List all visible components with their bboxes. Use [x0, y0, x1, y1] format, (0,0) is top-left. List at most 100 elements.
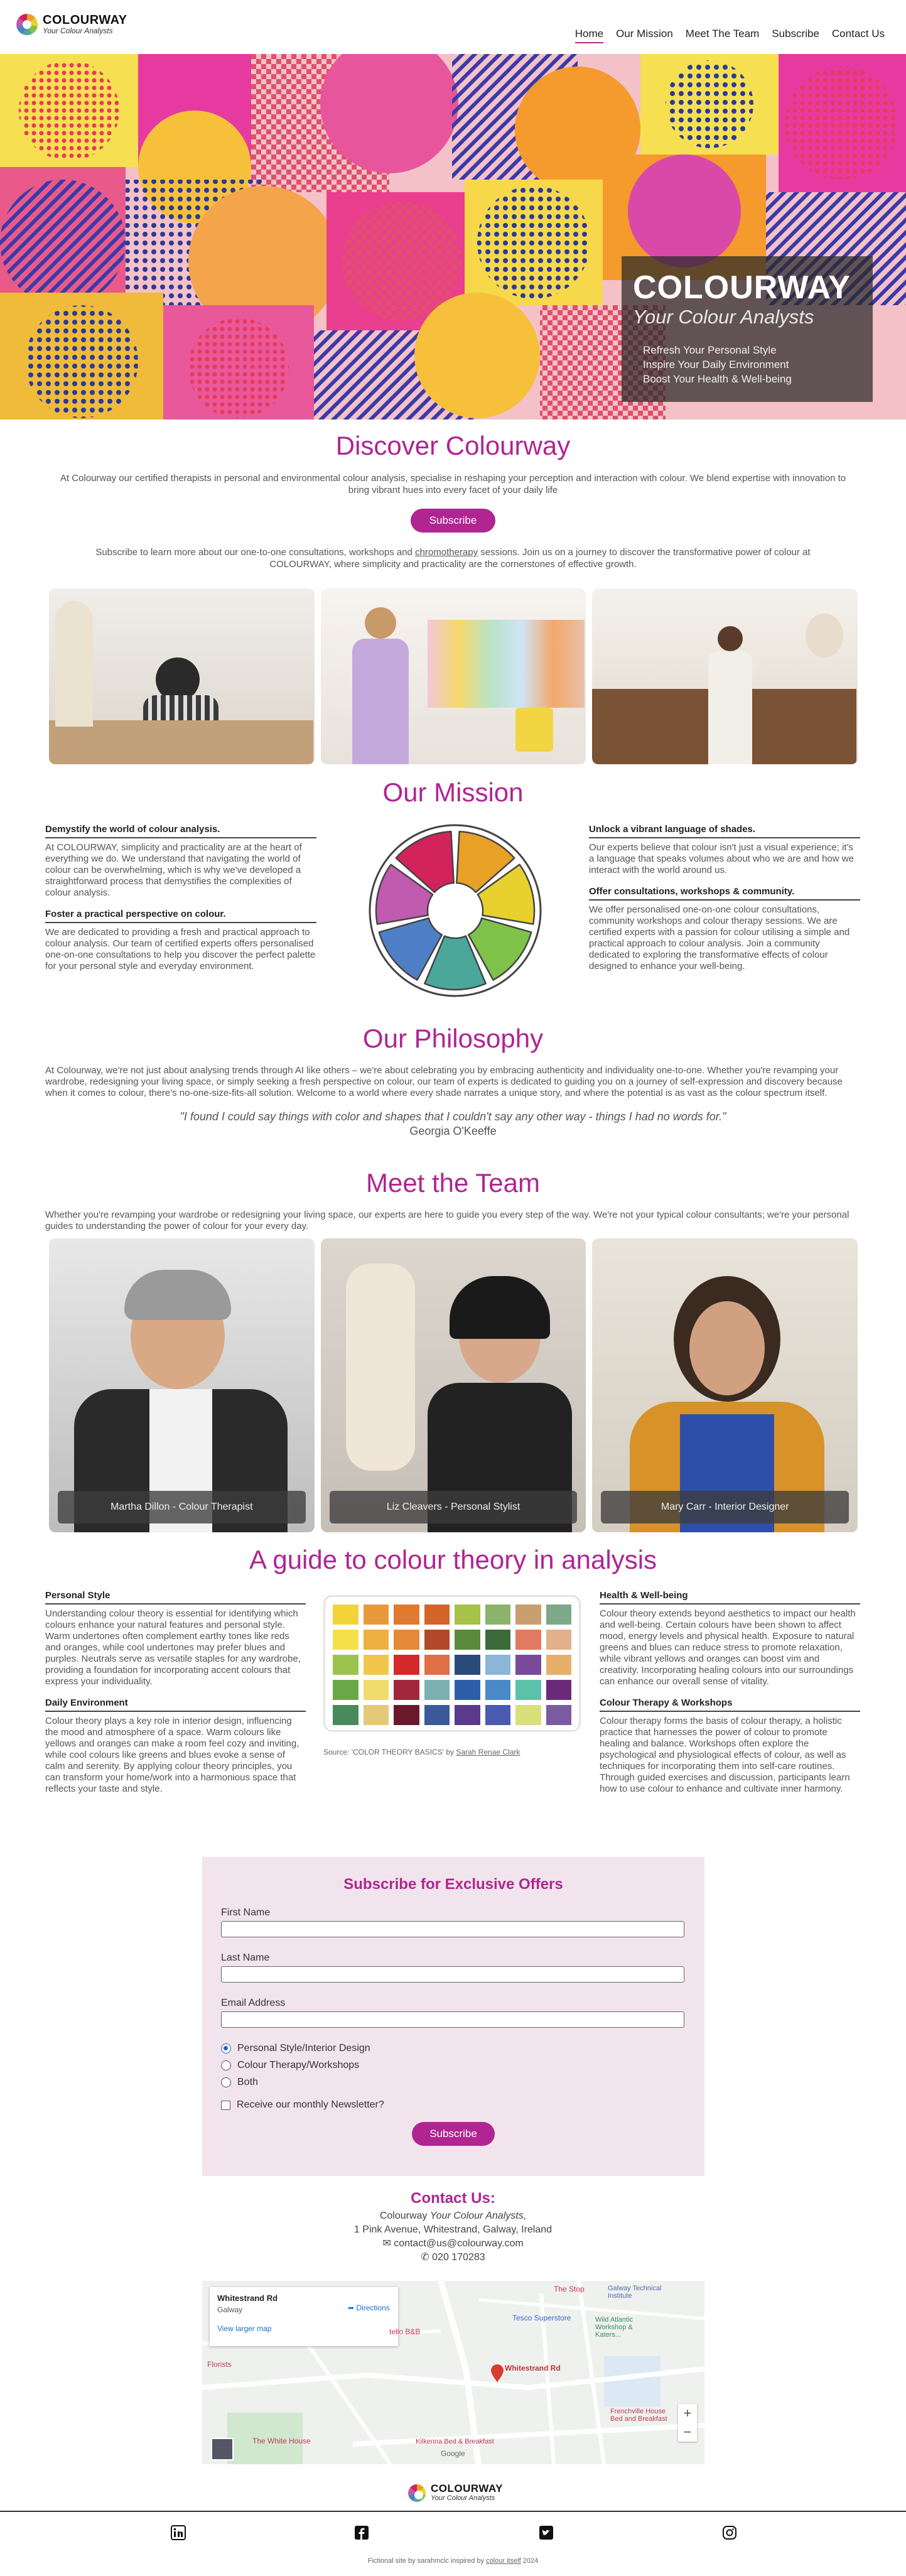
subscribe-form: Subscribe for Exclusive Offers First Nam…	[202, 1857, 704, 2176]
footer-credit-link[interactable]: colour itself	[486, 2557, 521, 2565]
radio-label: Personal Style/Interior Design	[237, 2043, 370, 2054]
swatch-source: Source: 'COLOR THEORY BASICS' by Sarah R…	[323, 1748, 520, 1756]
view-larger-map-link[interactable]: View larger map	[217, 2324, 391, 2333]
colour-swatch	[363, 1630, 389, 1650]
nav-meet-the-team[interactable]: Meet The Team	[686, 28, 760, 43]
twitter-icon[interactable]	[537, 2524, 555, 2541]
map-label: Tesco Superstore	[512, 2314, 571, 2322]
colour-swatch	[455, 1705, 480, 1725]
form-subscribe-button[interactable]: Subscribe	[412, 2122, 495, 2146]
discover-outro: Subscribe to learn more about our one-to…	[69, 546, 837, 570]
colour-swatch	[455, 1655, 480, 1675]
team-intro: Whether you're revamping your wardrobe o…	[45, 1210, 849, 1231]
colour-swatch	[363, 1605, 389, 1625]
mission-heading: Demystify the world of colour analysis.	[45, 824, 316, 838]
interest-option-colour-therapy[interactable]: Colour Therapy/Workshops	[221, 2060, 686, 2071]
swatch-source-link[interactable]: Sarah Renae Clark	[456, 1748, 520, 1756]
colour-swatch	[546, 1655, 571, 1675]
footer-divider	[0, 2511, 906, 2512]
nav-contact-us[interactable]: Contact Us	[832, 28, 885, 43]
philosophy-quote: "I found I could say things with color a…	[180, 1110, 726, 1123]
last-name-input[interactable]	[221, 1966, 684, 1983]
colour-swatch	[333, 1630, 359, 1650]
team-member-name: Martha Dillon - Colour Therapist	[58, 1491, 306, 1523]
discover-subscribe-button[interactable]: Subscribe	[410, 509, 496, 533]
colour-wheel-logo-icon	[408, 2484, 426, 2502]
colour-swatch	[485, 1705, 510, 1725]
colour-swatch	[424, 1605, 450, 1625]
directions-icon: ➦	[348, 2303, 357, 2312]
map-label: The Stop	[554, 2285, 585, 2293]
mission-text: We offer personalised one-on-one colour …	[589, 904, 850, 971]
newsletter-checkbox-row[interactable]: Receive our monthly Newsletter?	[221, 2099, 686, 2111]
guide-heading: Health & Well-being	[600, 1590, 860, 1605]
contact-email[interactable]: contact@us@colourway.com	[394, 2238, 523, 2249]
map-label: Frenchville House Bed and Breakfast	[610, 2408, 667, 2423]
radio-selected-icon[interactable]	[221, 2043, 231, 2054]
team-section: Meet the Team Whether you're revamping y…	[0, 1168, 906, 1232]
discover-title: Discover Colourway	[335, 431, 571, 460]
mission-text: At COLOURWAY, simplicity and practicalit…	[45, 842, 302, 898]
map-label: Florists	[207, 2360, 232, 2369]
nav-our-mission[interactable]: Our Mission	[616, 28, 673, 43]
nav-subscribe[interactable]: Subscribe	[772, 28, 819, 43]
mission-heading: Foster a practical perspective on colour…	[45, 909, 316, 923]
colour-swatch	[394, 1605, 419, 1625]
email-input[interactable]	[221, 2011, 684, 2028]
facebook-icon[interactable]	[353, 2524, 370, 2541]
zoom-in-icon[interactable]: +	[678, 2404, 697, 2423]
contact-company-tagline: Your Colour Analysts,	[429, 2211, 527, 2221]
contact-address: 1 Pink Avenue, Whitestrand, Galway, Irel…	[353, 2224, 553, 2235]
logo[interactable]: COLOURWAY Your Colour Analysts	[16, 14, 127, 35]
colour-swatch	[394, 1680, 419, 1700]
nav-home[interactable]: Home	[574, 28, 604, 43]
team-member-card: Mary Carr - Interior Designer	[592, 1238, 858, 1532]
colour-swatch	[455, 1630, 480, 1650]
colour-swatch	[485, 1630, 510, 1650]
footer-credit: Fictional site by sarahmclc inspired by …	[0, 2557, 906, 2565]
colour-swatch	[424, 1705, 450, 1725]
guide-heading: Daily Environment	[45, 1697, 306, 1712]
hero-line-health: Boost Your Health & Well-being	[643, 373, 792, 385]
first-name-input[interactable]	[221, 1921, 684, 1937]
guide-text: Colour therapy forms the basis of colour…	[600, 1716, 850, 1794]
guide-text: Colour theory extends beyond aesthetics …	[600, 1608, 856, 1687]
team-title: Meet the Team	[365, 1168, 541, 1198]
footer-logo[interactable]: COLOURWAY Your Colour Analysts	[408, 2483, 503, 2503]
map-label: tello B&B	[389, 2327, 421, 2336]
instagram-icon[interactable]	[721, 2524, 738, 2541]
discover-outro-text: Subscribe to learn more about our one-to…	[95, 547, 416, 558]
colour-swatch	[424, 1655, 450, 1675]
map-directions-link[interactable]: ➦ Directions	[348, 2303, 390, 2312]
hero-line-style: Refresh Your Personal Style	[643, 344, 777, 356]
map-embed[interactable]: Whitestrand Rd Galway View larger map ➦ …	[202, 2281, 704, 2464]
colour-swatch	[515, 1705, 541, 1725]
map-satellite-toggle[interactable]	[211, 2438, 234, 2460]
mission-heading: Offer consultations, workshops & communi…	[589, 886, 860, 901]
radio-icon[interactable]	[221, 2077, 231, 2087]
radio-icon[interactable]	[221, 2060, 231, 2070]
team-member-name: Mary Carr - Interior Designer	[601, 1491, 849, 1523]
discover-section: Discover Colourway At Colourway our cert…	[0, 431, 906, 570]
colour-swatch	[515, 1680, 541, 1700]
colour-swatch	[394, 1630, 419, 1650]
colour-swatch	[394, 1705, 419, 1725]
colour-swatch	[333, 1605, 359, 1625]
email-label: Email Address	[221, 1998, 286, 2008]
colour-swatch	[455, 1605, 480, 1625]
map-info-card: Whitestrand Rd Galway View larger map ➦ …	[210, 2287, 398, 2346]
linkedin-icon[interactable]	[170, 2524, 187, 2541]
newsletter-checkbox[interactable]	[221, 2100, 230, 2110]
interest-option-both[interactable]: Both	[221, 2077, 686, 2088]
swatch-grid	[333, 1605, 571, 1725]
newsletter-label: Receive our monthly Newsletter?	[237, 2099, 384, 2110]
envelope-icon: ✉	[382, 2238, 391, 2249]
mission-section: Our Mission	[0, 777, 906, 808]
mission-heading: Unlock a vibrant language of shades.	[589, 824, 860, 838]
chromotherapy-link[interactable]: chromotherapy	[415, 547, 478, 558]
contact-phone-row: ✆ 020 170283	[0, 2251, 906, 2265]
colour-wheel-diagram	[369, 824, 542, 997]
footer-credit-text: Fictional site by sarahmclc inspired by	[367, 2557, 487, 2565]
interest-option-personal-style[interactable]: Personal Style/Interior Design	[221, 2043, 686, 2054]
zoom-out-icon[interactable]: −	[678, 2423, 697, 2442]
